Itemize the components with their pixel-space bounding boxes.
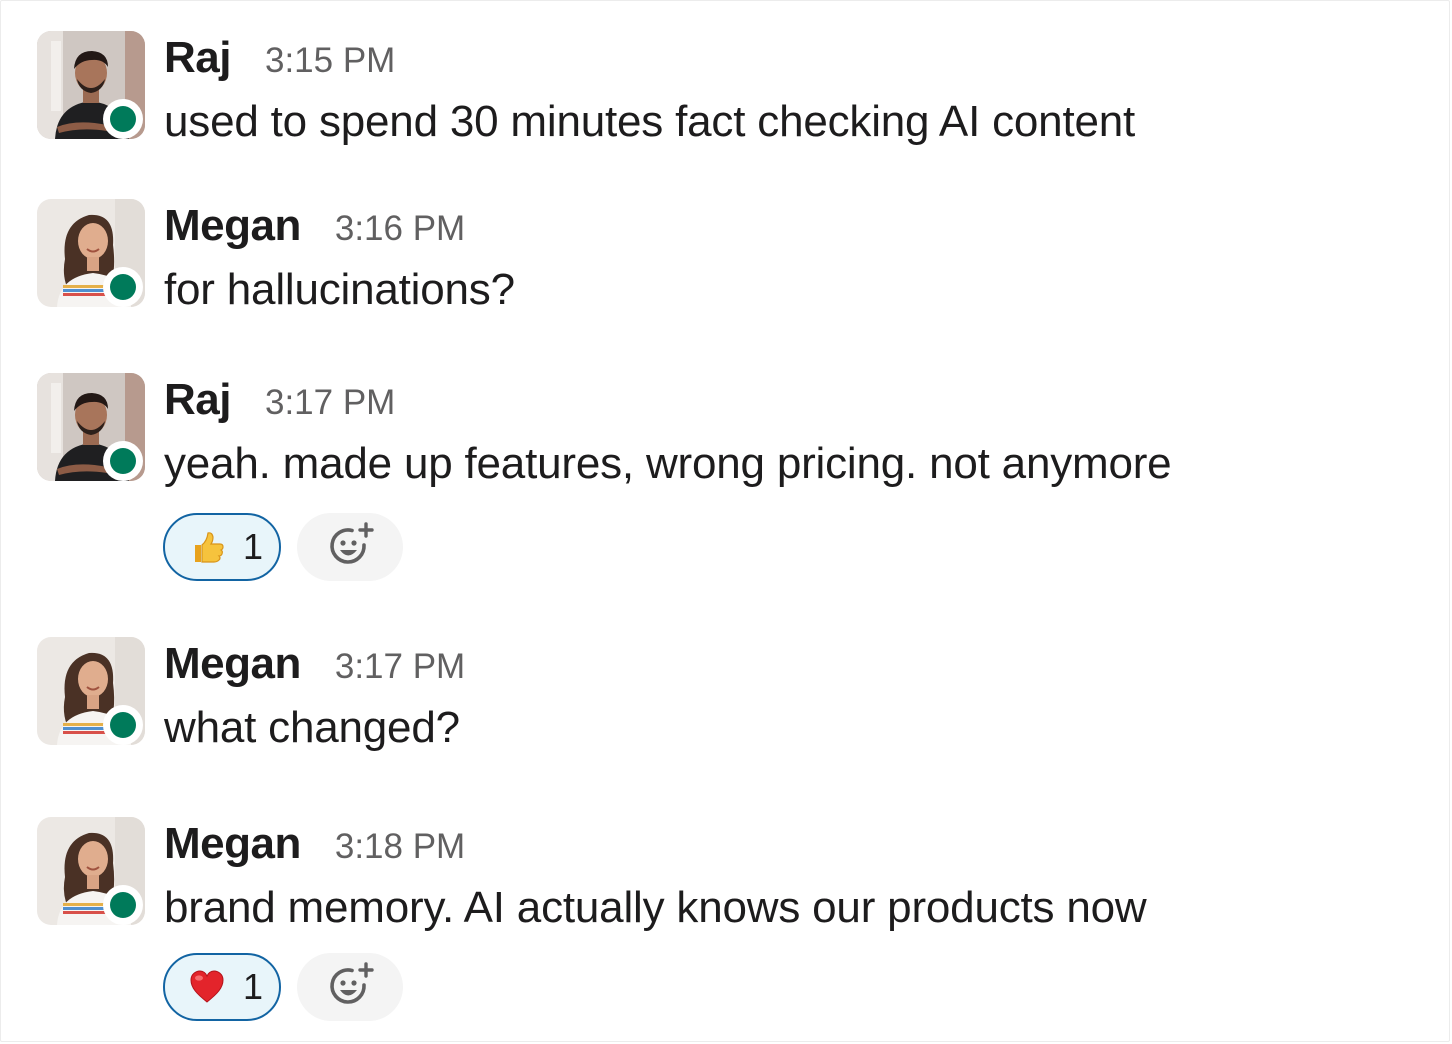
message-timestamp[interactable]: 3:17 PM [335, 647, 465, 687]
message-item[interactable]: Megan 3:18 PM brand memory. AI actually … [37, 817, 1417, 1031]
author-name[interactable]: Raj [164, 375, 231, 425]
message-timestamp[interactable]: 3:16 PM [335, 209, 465, 249]
presence-active-dot [110, 892, 136, 918]
message-text: used to spend 30 minutes fact checking A… [164, 97, 1136, 146]
message-text: for hallucinations? [164, 265, 515, 314]
author-name[interactable]: Megan [164, 819, 301, 869]
reaction-pill[interactable]: 1 [163, 953, 281, 1021]
presence-indicator [103, 441, 143, 481]
message-pane: Raj 3:15 PM used to spend 30 minutes fac… [0, 0, 1450, 1042]
message-header: Megan 3:16 PM [164, 201, 465, 257]
presence-indicator [103, 99, 143, 139]
message-item[interactable]: Raj 3:15 PM used to spend 30 minutes fac… [37, 31, 1417, 151]
reactions-bar: 1 [163, 953, 403, 1021]
message-header: Raj 3:15 PM [164, 33, 395, 89]
add-reaction-icon [330, 522, 374, 564]
message-item[interactable]: Megan 3:16 PM for hallucinations? [37, 199, 1417, 319]
message-item[interactable]: Megan 3:17 PM what changed? [37, 637, 1417, 757]
add-reaction-button[interactable] [297, 513, 403, 581]
presence-indicator [103, 705, 143, 745]
message-timestamp[interactable]: 3:15 PM [265, 41, 395, 81]
reactions-bar: 1 [163, 513, 403, 581]
message-header: Raj 3:17 PM [164, 375, 395, 431]
add-reaction-button[interactable] [297, 953, 403, 1021]
presence-active-dot [110, 106, 136, 132]
author-name[interactable]: Megan [164, 201, 301, 251]
presence-active-dot [110, 448, 136, 474]
author-name[interactable]: Megan [164, 639, 301, 689]
author-name[interactable]: Raj [164, 33, 231, 83]
add-reaction-icon [330, 962, 374, 1004]
message-header: Megan 3:17 PM [164, 639, 465, 695]
presence-indicator [103, 885, 143, 925]
reaction-count: 1 [243, 526, 264, 567]
presence-indicator [103, 267, 143, 307]
heart-icon [187, 967, 227, 1007]
presence-active-dot [110, 712, 136, 738]
message-item[interactable]: Raj 3:17 PM yeah. made up features, wron… [37, 373, 1417, 587]
reaction-count: 1 [243, 966, 264, 1007]
message-text: what changed? [164, 703, 460, 752]
message-text: brand memory. AI actually knows our prod… [164, 883, 1147, 932]
message-header: Megan 3:18 PM [164, 819, 465, 875]
thumbs-up-icon [187, 527, 227, 567]
reaction-pill[interactable]: 1 [163, 513, 281, 581]
message-timestamp[interactable]: 3:17 PM [265, 383, 395, 423]
presence-active-dot [110, 274, 136, 300]
message-timestamp[interactable]: 3:18 PM [335, 827, 465, 867]
message-text: yeah. made up features, wrong pricing. n… [164, 439, 1172, 488]
